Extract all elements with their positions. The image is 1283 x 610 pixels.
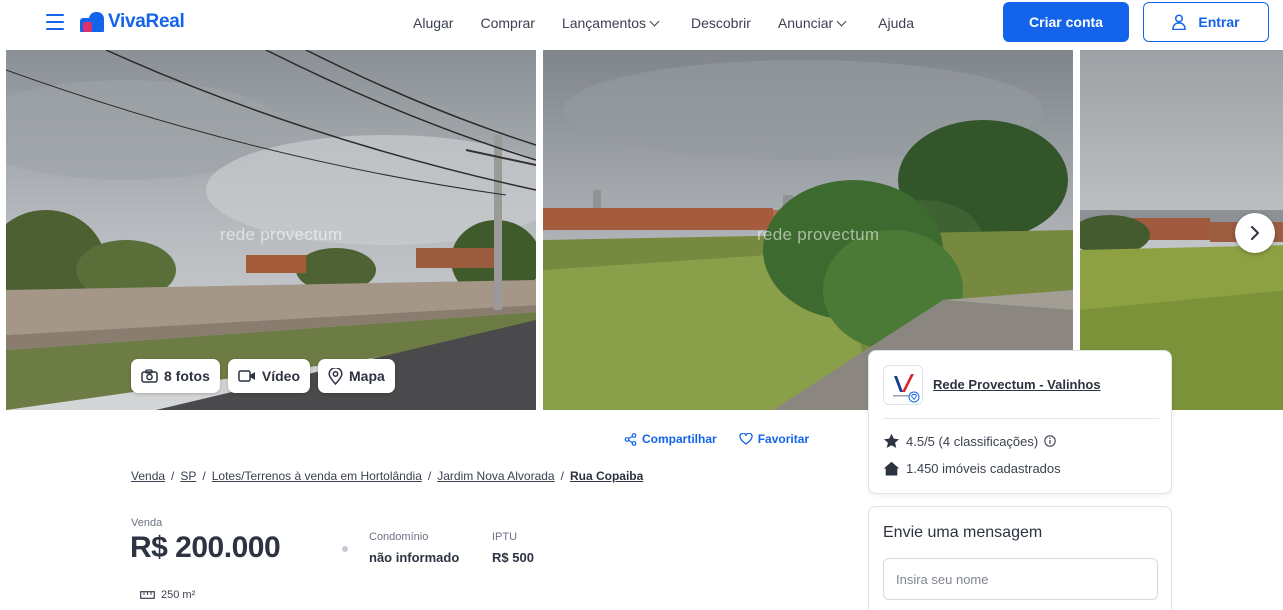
gallery-chips: 8 fotos Vídeo Mapa — [131, 359, 395, 393]
nav-ajuda[interactable]: Ajuda — [878, 15, 914, 31]
price-value: R$ 200.000 — [130, 531, 281, 564]
info-icon[interactable] — [1044, 435, 1056, 447]
chevron-right-icon — [1251, 226, 1259, 240]
vivareal-logo[interactable]: VivaReal — [80, 11, 185, 33]
user-icon — [1172, 14, 1187, 30]
agency-logo[interactable] — [883, 365, 923, 405]
video-chip[interactable]: Vídeo — [227, 359, 311, 393]
share-button[interactable]: Compartilhar — [624, 432, 717, 446]
iptu-label: IPTU — [492, 531, 518, 543]
nav-comprar[interactable]: Comprar — [480, 15, 534, 31]
listing-actions: Compartilhar Favoritar — [624, 432, 809, 446]
agency-card: Rede Provectum - Valinhos 4.5/5 (4 class… — [868, 350, 1172, 494]
logo-mark-icon — [80, 12, 104, 32]
provectum-logo-icon — [893, 374, 920, 403]
breadcrumb-separator: / — [171, 469, 175, 483]
nav-descobrir[interactable]: Descobrir — [691, 15, 751, 31]
breadcrumb-separator: / — [427, 469, 432, 483]
message-title: Envie uma mensagem — [883, 524, 1043, 541]
ruler-icon — [140, 591, 155, 599]
top-header: VivaReal Alugar Comprar Lançamentos Desc… — [0, 0, 1283, 50]
breadcrumb-lotes[interactable]: Lotes/Terrenos à venda em Hortolândia — [212, 469, 422, 483]
main-nav: Alugar Comprar Lançamentos Descobrir Anu… — [413, 0, 941, 46]
photos-label: 8 fotos — [164, 368, 210, 384]
create-account-button[interactable]: Criar conta — [1003, 2, 1129, 42]
favorite-button[interactable]: Favoritar — [739, 432, 809, 446]
photos-chip[interactable]: 8 fotos — [131, 359, 220, 393]
nav-label: Descobrir — [691, 15, 751, 31]
gallery-next-button[interactable] — [1235, 213, 1275, 253]
listings-text: 1.450 imóveis cadastrados — [906, 461, 1061, 476]
watermark-text: rede provectum — [220, 225, 343, 244]
gallery-photo-1[interactable]: rede provectum — [6, 50, 536, 410]
video-camera-icon — [238, 370, 255, 382]
breadcrumb-sp[interactable]: SP — [180, 469, 196, 483]
star-icon — [884, 433, 899, 448]
agency-divider — [883, 418, 1159, 419]
nav-label: Lançamentos — [561, 15, 646, 31]
map-chip[interactable]: Mapa — [318, 359, 395, 393]
iptu-value: R$ 500 — [492, 550, 534, 565]
agency-rating: 4.5/5 (4 classificações) — [883, 433, 1056, 449]
camera-icon — [141, 369, 158, 383]
transaction-label: Venda — [131, 517, 163, 529]
share-icon — [624, 432, 637, 446]
logo-text: VivaReal — [108, 11, 185, 32]
map-label: Mapa — [349, 368, 385, 384]
video-label: Vídeo — [261, 368, 301, 384]
nav-lancamentos[interactable]: Lançamentos — [561, 15, 660, 31]
nav-label: Alugar — [413, 15, 454, 31]
area-info: 250 m² — [140, 589, 195, 601]
nav-anunciar[interactable]: Anunciar — [777, 15, 847, 31]
share-label: Compartilhar — [642, 432, 717, 446]
login-label: Entrar — [1198, 14, 1240, 30]
menu-icon[interactable] — [46, 14, 66, 30]
agency-listings: 1.450 imóveis cadastrados — [883, 461, 1061, 476]
chevron-down-icon — [649, 16, 660, 26]
price-divider-dot — [342, 546, 348, 552]
agency-name-link[interactable]: Rede Provectum - Valinhos — [933, 377, 1101, 392]
heart-icon — [739, 433, 753, 445]
breadcrumb-current: Rua Copaiba — [569, 469, 644, 483]
condo-value: não informado — [369, 550, 460, 565]
house-icon — [883, 461, 900, 476]
watermark-text: rede provectum — [757, 225, 880, 244]
rating-text: 4.5/5 (4 classificações) — [906, 433, 1039, 449]
breadcrumb-separator: / — [202, 469, 206, 483]
area-value: 250 m² — [161, 589, 196, 601]
map-pin-icon — [328, 367, 343, 385]
breadcrumb-bairro[interactable]: Jardim Nova Alvorada — [437, 469, 554, 483]
condo-label: Condomínio — [369, 531, 429, 543]
breadcrumb-venda[interactable]: Venda — [131, 469, 165, 483]
nav-label: Comprar — [480, 15, 535, 31]
nav-alugar[interactable]: Alugar — [413, 15, 453, 31]
breadcrumb-separator: / — [560, 469, 564, 483]
nav-label: Anunciar — [777, 15, 834, 31]
chevron-down-icon — [836, 16, 847, 26]
breadcrumb: Venda / SP / Lotes/Terrenos à venda em H… — [131, 469, 643, 483]
favorite-label: Favoritar — [757, 432, 810, 446]
message-card: Envie uma mensagem — [868, 506, 1172, 610]
login-button[interactable]: Entrar — [1143, 2, 1269, 42]
name-input[interactable] — [883, 558, 1158, 600]
nav-label: Ajuda — [878, 15, 914, 31]
